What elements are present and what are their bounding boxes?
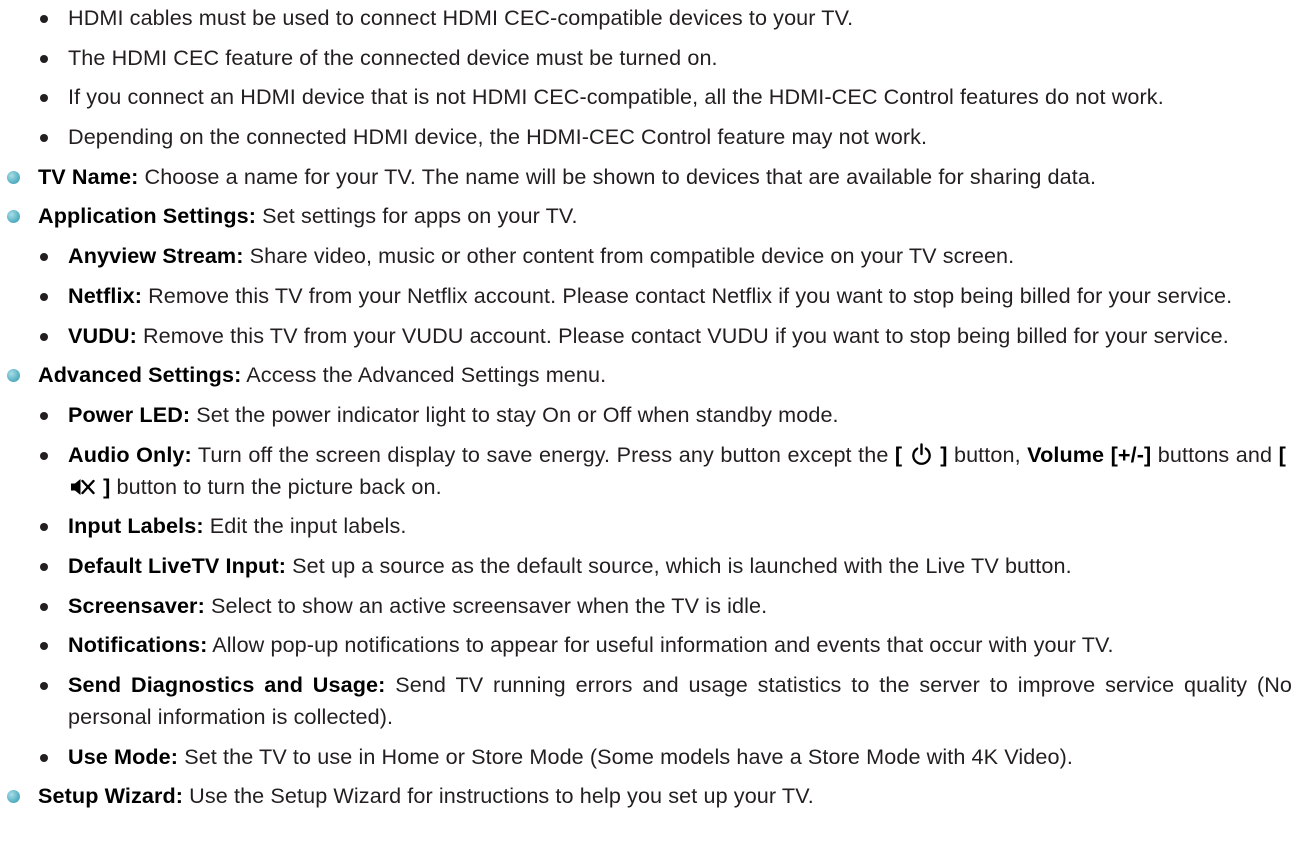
list-item-text: HDMI cables must be used to connect HDMI… bbox=[68, 5, 854, 30]
setting-description: Use the Setup Wizard for instructions to… bbox=[183, 783, 814, 809]
manual-page: HDMI cables must be used to connect HDMI… bbox=[0, 2, 1306, 820]
setting-screensaver: Screensaver: Select to show an active sc… bbox=[0, 590, 1306, 622]
setting-term: Use Mode: bbox=[68, 743, 179, 769]
bullet-dot bbox=[40, 642, 48, 651]
setting-send-diagnostics: Send Diagnostics and Usage: Send TV runn… bbox=[0, 669, 1306, 733]
setting-setup-wizard: Setup Wizard: Use the Setup Wizard for i… bbox=[0, 780, 1306, 812]
setting-description: button, bbox=[947, 441, 1028, 467]
setting-description: buttons and bbox=[1151, 441, 1279, 467]
setting-vudu: VUDU: Remove this TV from your VUDU acco… bbox=[0, 320, 1306, 352]
setting-description: Allow pop-up notifications to appear for… bbox=[207, 632, 1114, 658]
section-bullet bbox=[7, 369, 20, 383]
setting-description: Set the TV to use in Home or Store Mode … bbox=[178, 743, 1073, 769]
bullet-dot bbox=[40, 753, 48, 762]
setting-application-settings: Application Settings: Set settings for a… bbox=[0, 200, 1306, 232]
setting-description: Remove this TV from your Netflix account… bbox=[142, 282, 1233, 308]
setting-term: Notifications: bbox=[68, 632, 208, 658]
setting-description: Share video, music or other content from… bbox=[243, 243, 1015, 269]
setting-description: Set up a source as the default source, w… bbox=[286, 552, 1072, 578]
list-item-text: If you connect an HDMI device that is no… bbox=[68, 84, 1164, 110]
setting-term: Send Diagnostics and Usage: bbox=[68, 672, 386, 697]
bullet-dot bbox=[40, 94, 48, 103]
setting-default-livetv-input: Default LiveTV Input: Set up a source as… bbox=[0, 550, 1306, 582]
setting-term: TV Name: bbox=[38, 163, 139, 189]
bullet-dot bbox=[40, 292, 48, 301]
bullet-dot bbox=[40, 134, 48, 143]
setting-power-led: Power LED: Set the power indicator light… bbox=[0, 399, 1306, 431]
setting-audio-only: Audio Only: Turn off the screen display … bbox=[0, 439, 1306, 503]
setting-description: Access the Advanced Settings menu. bbox=[241, 362, 607, 388]
bullet-dot bbox=[40, 562, 48, 571]
bullet-dot bbox=[40, 602, 48, 611]
bullet-dot bbox=[40, 54, 48, 63]
list-item: The HDMI CEC feature of the connected de… bbox=[0, 42, 1306, 74]
bullet-dot bbox=[40, 253, 48, 262]
power-icon bbox=[911, 442, 931, 465]
bullet-dot bbox=[40, 451, 48, 460]
setting-notifications: Notifications: Allow pop-up notification… bbox=[0, 629, 1306, 661]
setting-description: Edit the input labels. bbox=[203, 513, 407, 539]
setting-term: Application Settings: bbox=[38, 203, 257, 229]
setting-term: VUDU: bbox=[68, 322, 137, 348]
setting-description: Set settings for apps on your TV. bbox=[256, 203, 578, 229]
setting-term: Input Labels: bbox=[68, 513, 204, 539]
section-bullet bbox=[7, 210, 20, 224]
bullet-dot bbox=[40, 523, 48, 532]
bracket-open: [ bbox=[894, 441, 903, 467]
setting-tv-name: TV Name: Choose a name for your TV. The … bbox=[0, 161, 1306, 193]
setting-term: Screensaver: bbox=[68, 592, 205, 618]
list-item-text: Depending on the connected HDMI device, … bbox=[68, 124, 928, 150]
setting-description: Remove this TV from your VUDU account. P… bbox=[136, 322, 1229, 348]
section-bullet bbox=[7, 790, 20, 804]
bullet-dot bbox=[40, 411, 48, 420]
setting-input-labels: Input Labels: Edit the input labels. bbox=[0, 510, 1306, 542]
setting-term: Setup Wizard: bbox=[38, 783, 184, 809]
setting-description: Choose a name for your TV. The name will… bbox=[138, 163, 1097, 189]
power-button-ref: [ ] bbox=[895, 442, 948, 467]
bullet-dot bbox=[40, 682, 48, 690]
setting-term: Audio Only: bbox=[68, 441, 192, 467]
section-bullet bbox=[7, 170, 20, 184]
setting-term: Anyview Stream: bbox=[68, 243, 244, 269]
setting-anyview-stream: Anyview Stream: Share video, music or ot… bbox=[0, 240, 1306, 272]
setting-term: Netflix: bbox=[68, 282, 142, 308]
setting-description: Select to show an active screensaver whe… bbox=[204, 592, 768, 618]
bullet-dot bbox=[40, 15, 48, 23]
list-item: Depending on the connected HDMI device, … bbox=[0, 121, 1306, 153]
setting-netflix: Netflix: Remove this TV from your Netfli… bbox=[0, 280, 1306, 312]
setting-term: Default LiveTV Input: bbox=[68, 552, 287, 578]
mute-icon bbox=[71, 478, 95, 495]
list-item-text: The HDMI CEC feature of the connected de… bbox=[68, 44, 718, 70]
setting-advanced-settings: Advanced Settings: Access the Advanced S… bbox=[0, 359, 1306, 391]
setting-description: Turn off the screen display to save ener… bbox=[191, 441, 895, 467]
setting-term: Power LED: bbox=[68, 401, 191, 427]
list-item: HDMI cables must be used to connect HDMI… bbox=[0, 2, 1306, 34]
setting-description: button to turn the picture back on. bbox=[110, 473, 442, 499]
setting-use-mode: Use Mode: Set the TV to use in Home or S… bbox=[0, 741, 1306, 773]
bracket-open: [ bbox=[1278, 441, 1286, 467]
bullet-dot bbox=[40, 332, 48, 341]
list-item: If you connect an HDMI device that is no… bbox=[0, 81, 1306, 113]
setting-term: Advanced Settings: bbox=[38, 362, 242, 388]
setting-description: Set the power indicator light to stay On… bbox=[190, 401, 839, 427]
volume-button-ref: Volume [+/-] bbox=[1027, 441, 1152, 467]
